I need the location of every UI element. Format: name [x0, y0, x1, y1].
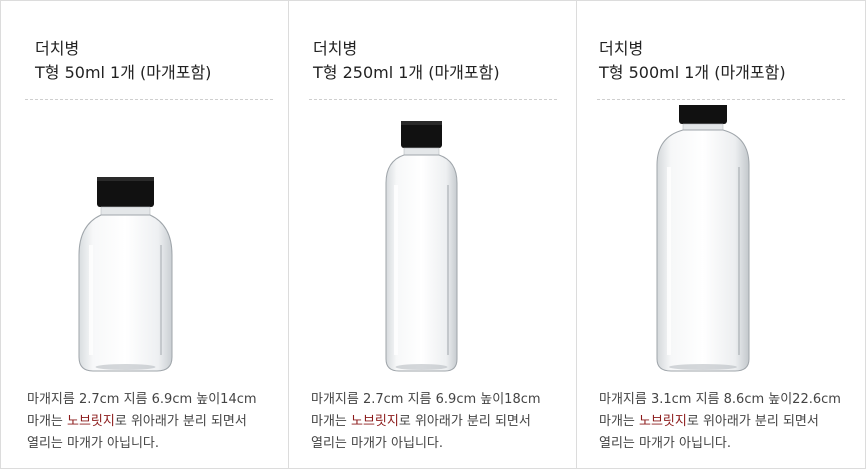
cap-note: 마개는 노브릿지로 위아래가 분리 되면서 — [27, 411, 297, 433]
cap-note-highlight: 노브릿지 — [351, 414, 399, 429]
cap-note-suffix: 로 위아래가 분리 되면서 — [686, 414, 819, 429]
product-card-50ml[interactable]: 더치병 T형 50ml 1개 (마개포함) 마개지름 2.7cm 지름 6.9c… — [0, 0, 288, 469]
cap-note: 마개는 노브릿지로 위아래가 분리 되면서 — [311, 411, 581, 433]
product-card-250ml[interactable]: 더치병 T형 250ml 1개 (마개포함) 마개지름 2.7cm 지름 6.9… — [288, 0, 576, 469]
product-spec: 마개지름 2.7cm 지름 6.9cm 높이18cm — [311, 392, 541, 407]
product-name: 더치병 — [599, 39, 644, 58]
bottle-cap — [97, 177, 154, 207]
cap-note-suffix: 로 위아래가 분리 되면서 — [114, 414, 247, 429]
product-image-500ml[interactable] — [577, 105, 865, 377]
product-description: 마개지름 3.1cm 지름 8.6cm 높이22.6cm 마개는 노브릿지로 위… — [599, 389, 866, 455]
cap-note-end: 열리는 마개가 아닙니다. — [27, 436, 159, 451]
cap-note-prefix: 마개는 — [599, 414, 640, 429]
product-card-500ml[interactable]: 더치병 T형 500ml 1개 (마개포함) 마개지름 3.1cm 지름 8.6… — [576, 0, 866, 469]
product-description: 마개지름 2.7cm 지름 6.9cm 높이18cm 마개는 노브릿지로 위아래… — [311, 389, 581, 455]
product-spec: 마개지름 3.1cm 지름 8.6cm 높이22.6cm — [599, 392, 841, 407]
product-image-50ml[interactable] — [1, 105, 289, 377]
bottle-cap — [401, 121, 442, 148]
product-title: 더치병 T형 250ml 1개 (마개포함) — [313, 37, 500, 85]
divider — [309, 99, 557, 100]
cap-note-prefix: 마개는 — [311, 414, 352, 429]
product-image-250ml[interactable] — [289, 105, 577, 377]
product-description: 마개지름 2.7cm 지름 6.9cm 높이14cm 마개는 노브릿지로 위아래… — [27, 389, 297, 455]
bottle-cap — [679, 105, 727, 124]
product-title: 더치병 T형 500ml 1개 (마개포함) — [599, 37, 786, 85]
product-variant: T형 50ml 1개 (마개포함) — [35, 63, 212, 82]
cap-note-highlight: 노브릿지 — [639, 414, 687, 429]
product-name: 더치병 — [313, 39, 358, 58]
product-spec: 마개지름 2.7cm 지름 6.9cm 높이14cm — [27, 392, 257, 407]
product-variant: T형 250ml 1개 (마개포함) — [313, 63, 500, 82]
cap-note-highlight: 노브릿지 — [67, 414, 115, 429]
product-variant: T형 500ml 1개 (마개포함) — [599, 63, 786, 82]
product-grid: 더치병 T형 50ml 1개 (마개포함) 마개지름 2.7cm 지름 6.9c… — [0, 0, 866, 469]
cap-note-suffix: 로 위아래가 분리 되면서 — [398, 414, 531, 429]
product-title: 더치병 T형 50ml 1개 (마개포함) — [35, 37, 211, 85]
cap-note-end: 열리는 마개가 아닙니다. — [311, 436, 443, 451]
cap-note: 마개는 노브릿지로 위아래가 분리 되면서 — [599, 411, 866, 433]
divider — [597, 99, 845, 100]
cap-note-prefix: 마개는 — [27, 414, 68, 429]
product-name: 더치병 — [35, 39, 80, 58]
cap-note-end: 열리는 마개가 아닙니다. — [599, 436, 731, 451]
divider — [25, 99, 273, 100]
